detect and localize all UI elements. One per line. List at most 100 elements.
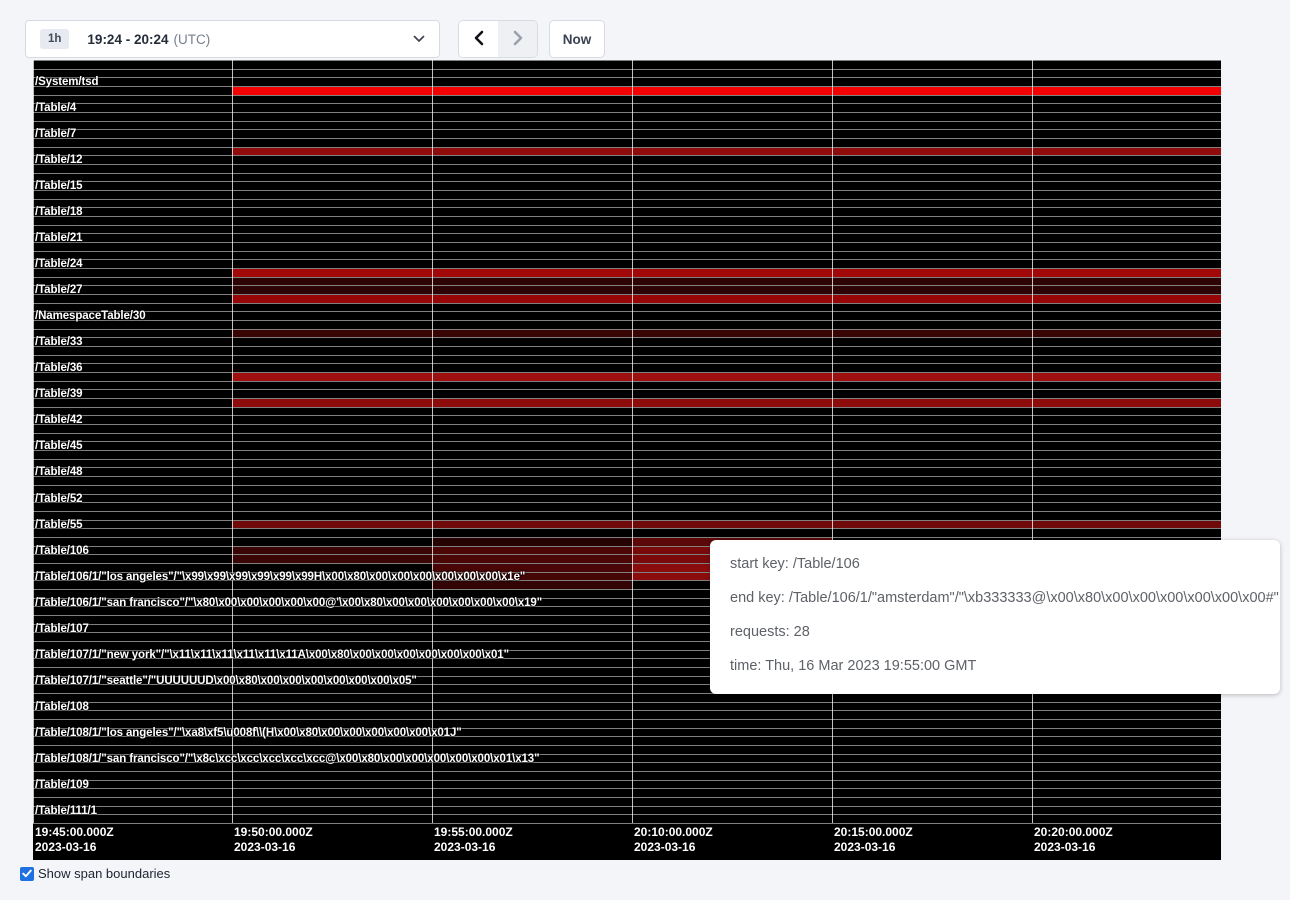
axis-time: 19:50:00.000Z [234, 825, 313, 840]
heatmap-band[interactable] [432, 555, 632, 563]
column-gridline [1032, 60, 1033, 823]
row-label: /Table/106 [35, 545, 89, 558]
heatmap-band[interactable] [232, 373, 1221, 381]
row-label: /Table/42 [35, 414, 82, 427]
row-label: /Table/24 [35, 258, 82, 271]
tooltip-end-key: end key: /Table/106/1/"amsterdam"/"\xb33… [730, 588, 1260, 609]
span-boundary-line [33, 337, 1221, 338]
span-boundary-line [33, 494, 1221, 495]
span-boundary-line [33, 190, 1221, 191]
span-boundary-line [33, 147, 1221, 148]
span-boundary-line [33, 112, 1221, 113]
span-boundary-line [33, 702, 1221, 703]
chevron-left-icon [473, 30, 485, 49]
show-span-boundaries-label: Show span boundaries [38, 866, 170, 881]
span-boundary-line [33, 381, 1221, 382]
span-boundary-line [33, 806, 1221, 807]
span-boundary-line [33, 103, 1221, 104]
span-boundary-line [33, 450, 1221, 451]
span-boundary-line [33, 233, 1221, 234]
heatmap-band[interactable] [232, 286, 1221, 294]
now-button[interactable]: Now [549, 20, 605, 58]
column-gridline [432, 60, 433, 823]
row-label: /Table/52 [35, 493, 82, 506]
heatmap-band[interactable] [232, 269, 1221, 277]
span-boundary-line [33, 268, 1221, 269]
axis-date: 2023-03-16 [1034, 840, 1113, 855]
axis-time: 20:15:00.000Z [834, 825, 913, 840]
heatmap-band[interactable] [232, 87, 1221, 95]
heatmap-band[interactable] [232, 295, 1221, 303]
span-boundary-line [33, 129, 1221, 130]
heatmap-band[interactable] [432, 538, 632, 546]
duration-badge: 1h [40, 29, 69, 49]
row-label: /Table/108/1/"san francisco"/"\x8c\xcc\x… [35, 753, 539, 766]
span-boundary-line [33, 121, 1221, 122]
axis-time: 19:55:00.000Z [434, 825, 513, 840]
heatmap-band[interactable] [232, 278, 1221, 286]
column-gridline [232, 60, 233, 823]
span-boundary-line [33, 77, 1221, 78]
span-boundary-line [33, 294, 1221, 295]
span-boundary-line [33, 441, 1221, 442]
axis-date: 2023-03-16 [35, 840, 114, 855]
span-boundary-line [33, 710, 1221, 711]
axis-date: 2023-03-16 [234, 840, 313, 855]
show-span-boundaries-checkbox[interactable] [20, 867, 34, 881]
span-boundary-line [33, 528, 1221, 529]
heatmap-band[interactable] [232, 330, 1221, 338]
tooltip-requests: requests: 28 [730, 622, 1260, 643]
span-boundary-line [33, 285, 1221, 286]
time-range-text: 19:24 - 20:24 [87, 32, 168, 47]
span-boundary-line [33, 138, 1221, 139]
time-range-select[interactable]: 1h 19:24 - 20:24 (UTC) [25, 20, 440, 58]
row-label: /Table/108 [35, 701, 89, 714]
next-time-button[interactable] [498, 21, 537, 57]
hover-tooltip: start key: /Table/106 end key: /Table/10… [710, 540, 1280, 694]
span-boundary-line [33, 207, 1221, 208]
span-boundary-line [33, 814, 1221, 815]
span-boundary-line [33, 242, 1221, 243]
span-boundary-line [33, 173, 1221, 174]
row-label: /Table/109 [35, 779, 89, 792]
span-boundary-line [33, 823, 1221, 824]
span-boundary-line [33, 372, 1221, 373]
row-label: /Table/107/1/"new york"/"\x11\x11\x11\x1… [35, 649, 509, 662]
span-boundary-line [33, 771, 1221, 772]
row-label: /Table/111/1 [35, 805, 97, 818]
row-label: /Table/21 [35, 232, 82, 245]
tooltip-start-key: start key: /Table/106 [730, 554, 1260, 575]
span-boundary-line [33, 277, 1221, 278]
span-boundary-line [33, 164, 1221, 165]
heatmap-band[interactable] [232, 555, 432, 563]
span-boundary-line [33, 407, 1221, 408]
span-boundary-line [33, 398, 1221, 399]
column-gridline [832, 60, 833, 823]
span-boundary-line [33, 225, 1221, 226]
heatmap-band[interactable] [232, 547, 432, 555]
span-boundary-line [33, 95, 1221, 96]
span-boundary-line [33, 251, 1221, 252]
heatmap-band[interactable] [232, 148, 1221, 156]
row-label: /Table/7 [35, 128, 76, 141]
row-label: /Table/45 [35, 440, 82, 453]
span-boundary-line [33, 346, 1221, 347]
span-boundary-line [33, 389, 1221, 390]
span-boundary-line [33, 424, 1221, 425]
prev-time-button[interactable] [459, 21, 498, 57]
span-boundary-line [33, 355, 1221, 356]
footer: Show span boundaries [20, 866, 170, 881]
span-boundary-line [33, 86, 1221, 87]
heatmap-band[interactable] [232, 399, 1221, 407]
span-boundary-line [33, 537, 1221, 538]
row-label: /Table/108/1/"los angeles"/"\xa8\xf5\u00… [35, 727, 462, 740]
key-visualizer-canvas[interactable]: /System/tsd/Table/4/Table/7/Table/12/Tab… [33, 60, 1221, 860]
row-label: /Table/12 [35, 154, 82, 167]
time-axis-label: 19:55:00.000Z2023-03-16 [434, 825, 513, 855]
heatmap-band[interactable] [432, 547, 632, 555]
heatmap-band[interactable] [232, 521, 1221, 529]
column-gridline [632, 60, 633, 823]
span-boundary-line [33, 181, 1221, 182]
span-boundary-line [33, 433, 1221, 434]
time-axis-label: 20:15:00.000Z2023-03-16 [834, 825, 913, 855]
